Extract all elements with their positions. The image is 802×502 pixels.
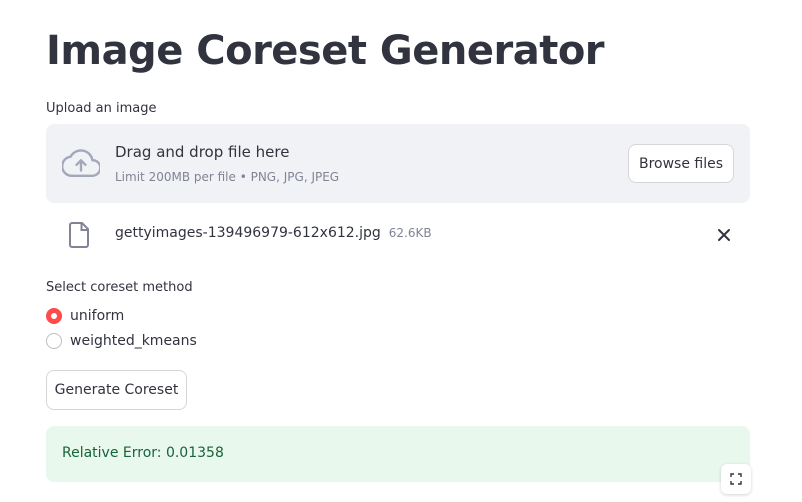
file-dropzone[interactable]: Drag and drop file here Limit 200MB per … [46, 124, 750, 203]
radio-option-weighted-kmeans[interactable]: weighted_kmeans [46, 331, 197, 351]
radio-label-weighted-kmeans: weighted_kmeans [70, 333, 197, 349]
app-page: Image Coreset Generator Upload an image … [0, 0, 802, 502]
close-icon [718, 229, 730, 241]
dropzone-limit-text: Limit 200MB per file • PNG, JPG, JPEG [115, 170, 340, 184]
relative-error-message: Relative Error: 0.01358 [62, 445, 224, 461]
file-icon [69, 222, 89, 248]
page-title: Image Coreset Generator [46, 28, 605, 74]
file-name-text: gettyimages-139496979-612x612.jpg [115, 225, 381, 241]
radio-label-uniform: uniform [70, 308, 125, 324]
remove-file-button[interactable] [712, 223, 736, 247]
success-alert: Relative Error: 0.01358 [46, 426, 750, 482]
radio-option-uniform[interactable]: uniform [46, 306, 124, 326]
upload-label: Upload an image [46, 101, 157, 116]
uploaded-file-name: gettyimages-139496979-612x612.jpg 62.6KB [115, 225, 432, 241]
radio-button-unchecked[interactable] [46, 333, 62, 349]
dropzone-title: Drag and drop file here [115, 143, 290, 161]
fullscreen-icon [730, 473, 742, 485]
uploaded-file-row: gettyimages-139496979-612x612.jpg 62.6KB [46, 213, 750, 257]
method-label: Select coreset method [46, 280, 193, 295]
file-size-text: 62.6KB [388, 226, 432, 240]
radio-button-checked[interactable] [46, 308, 62, 324]
cloud-upload-icon [62, 149, 100, 177]
browse-files-button[interactable]: Browse files [628, 144, 734, 183]
fullscreen-button[interactable] [721, 464, 751, 494]
generate-coreset-button[interactable]: Generate Coreset [46, 370, 187, 410]
